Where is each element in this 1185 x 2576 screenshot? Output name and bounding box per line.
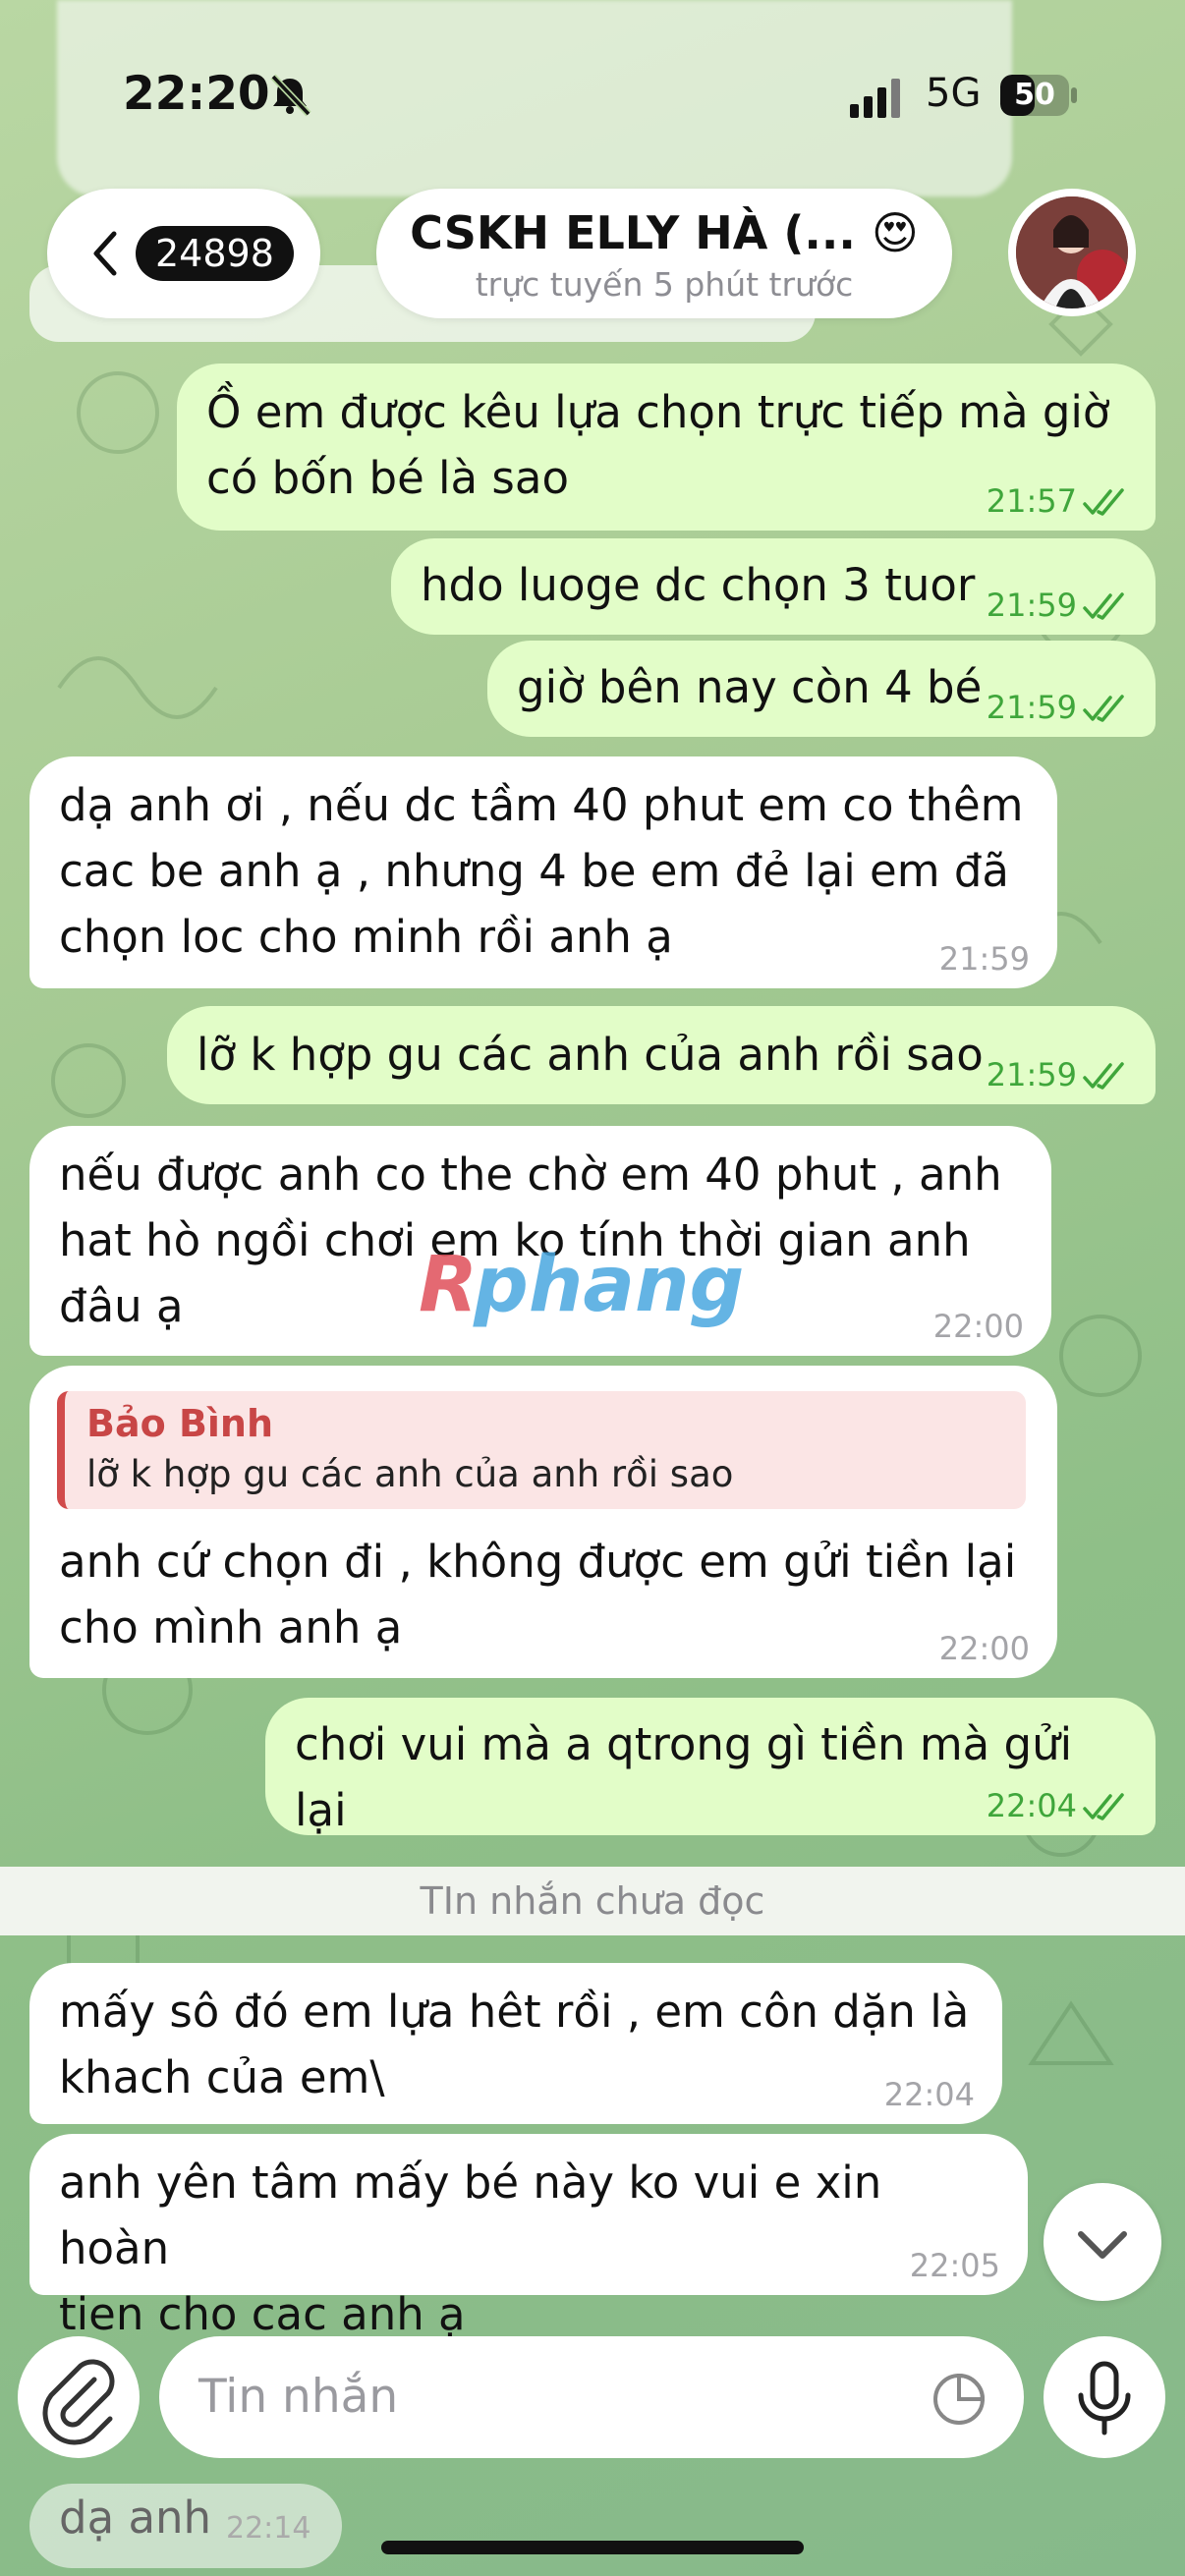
status-time: 22:20 bbox=[123, 67, 270, 121]
message-bubble-incoming[interactable]: dạ anh ơi , nếu dc tầm 40 phut em co thê… bbox=[29, 756, 1057, 988]
message-time: 21:59 bbox=[938, 940, 1030, 978]
silent-bell-icon bbox=[270, 74, 311, 117]
home-indicator[interactable] bbox=[381, 2541, 804, 2554]
message-bubble-outgoing[interactable]: chơi vui mà a qtrong gì tiền mà gửi lại … bbox=[265, 1698, 1156, 1836]
chat-name: CSKH ELLY HÀ (... 😍 bbox=[410, 206, 919, 259]
message-input-placeholder: Tin nhắn bbox=[198, 2370, 399, 2424]
message-time: 22:14 bbox=[226, 2511, 311, 2546]
message-bubble-outgoing[interactable]: lỡ k hợp gu các anh của anh rồi sao 21:5… bbox=[167, 1006, 1156, 1104]
chevron-down-icon bbox=[1078, 2231, 1127, 2259]
message-time: 22:00 bbox=[938, 1630, 1030, 1667]
message-text: dạ anh ơi , nếu dc tầm 40 phut em co thê… bbox=[59, 779, 1024, 963]
double-check-icon bbox=[1083, 592, 1124, 620]
microphone-icon bbox=[1078, 2361, 1131, 2436]
status-bar: 22:20 5G 50 bbox=[0, 0, 1185, 187]
scroll-to-bottom-button[interactable] bbox=[1044, 2183, 1161, 2301]
message-bubble-outgoing[interactable]: Ồ em được kêu lựa chọn trực tiếp mà giờ … bbox=[177, 364, 1156, 531]
chevron-left-icon bbox=[93, 231, 117, 276]
message-time: 22:04 bbox=[883, 2076, 975, 2113]
message-text: dạ anh bbox=[59, 2492, 212, 2544]
message-meta: 22:04 bbox=[987, 1786, 1128, 1825]
message-time: 21:59 bbox=[986, 1056, 1077, 1093]
message-time: 22:05 bbox=[909, 2247, 1000, 2284]
reply-text: lỡ k hợp gu các anh của anh rồi sao bbox=[86, 1453, 734, 1495]
message-text: mấy sô đó em lựa hêt rồi , em côn dặn là… bbox=[59, 1986, 970, 2103]
message-bubble-incoming-reply[interactable]: Bảo Bình lỡ k hợp gu các anh của anh rồi… bbox=[29, 1366, 1057, 1678]
battery-icon: 50 bbox=[1000, 75, 1077, 116]
message-meta: 21:59 bbox=[987, 1055, 1128, 1094]
double-check-icon bbox=[1083, 1062, 1124, 1090]
chat-title-button[interactable]: CSKH ELLY HÀ (... 😍 trực tuyến 5 phút tr… bbox=[376, 189, 952, 318]
message-bubble-outgoing[interactable]: hdo luoge dc chọn 3 tuor 21:59 bbox=[391, 538, 1156, 635]
double-check-icon bbox=[1083, 488, 1124, 516]
message-bubble-incoming-partial[interactable]: dạ anh 22:14 bbox=[29, 2484, 342, 2568]
message-time: 21:59 bbox=[986, 689, 1077, 726]
avatar-photo bbox=[1016, 196, 1128, 308]
back-button[interactable]: 24898 bbox=[47, 189, 320, 318]
message-text: anh yên tâm mấy bé này ko vui e xin hoàn… bbox=[59, 2156, 882, 2340]
message-bubble-incoming[interactable]: mấy sô đó em lựa hêt rồi , em côn dặn là… bbox=[29, 1963, 1002, 2124]
reply-author: Bảo Bình bbox=[86, 1402, 274, 1445]
chat-last-seen: trực tuyến 5 phút trước bbox=[475, 265, 854, 304]
network-type: 5G bbox=[926, 71, 982, 116]
message-text: anh cứ chọn đi , không được em gửi tiền … bbox=[59, 1536, 1017, 1653]
message-time: 22:00 bbox=[932, 1308, 1024, 1345]
message-time: 22:04 bbox=[986, 1787, 1077, 1824]
battery-level: 50 bbox=[1014, 78, 1055, 112]
message-time: 21:57 bbox=[986, 482, 1077, 520]
message-meta: 21:59 bbox=[987, 586, 1128, 625]
attach-button[interactable] bbox=[18, 2336, 140, 2458]
paperclip-icon bbox=[42, 2359, 115, 2445]
message-bubble-outgoing[interactable]: giờ bên nay còn 4 bé 21:59 bbox=[487, 641, 1156, 737]
message-bubble-incoming[interactable]: nếu được anh co the chờ em 40 phut , anh… bbox=[29, 1126, 1051, 1356]
message-input[interactable]: Tin nhắn bbox=[159, 2336, 1024, 2458]
unread-count-badge: 24898 bbox=[136, 226, 294, 281]
message-meta: 21:59 bbox=[987, 688, 1128, 727]
message-bubble-incoming[interactable]: anh yên tâm mấy bé này ko vui e xin hoàn… bbox=[29, 2134, 1028, 2340]
microphone-button[interactable] bbox=[1044, 2336, 1165, 2458]
double-check-icon bbox=[1083, 695, 1124, 722]
message-text: nếu được anh co the chờ em 40 phut , anh… bbox=[59, 1148, 1002, 1332]
reply-quote[interactable]: Bảo Bình lỡ k hợp gu các anh của anh rồi… bbox=[57, 1391, 1026, 1509]
sticker-icon[interactable] bbox=[930, 2370, 988, 2429]
message-meta: 21:57 bbox=[987, 481, 1128, 521]
avatar[interactable] bbox=[1008, 189, 1136, 316]
message-time: 21:59 bbox=[986, 587, 1077, 624]
cellular-signal-icon bbox=[850, 79, 900, 118]
double-check-icon bbox=[1083, 1793, 1124, 1820]
unread-messages-divider: TIn nhắn chưa đọc bbox=[0, 1867, 1185, 1935]
